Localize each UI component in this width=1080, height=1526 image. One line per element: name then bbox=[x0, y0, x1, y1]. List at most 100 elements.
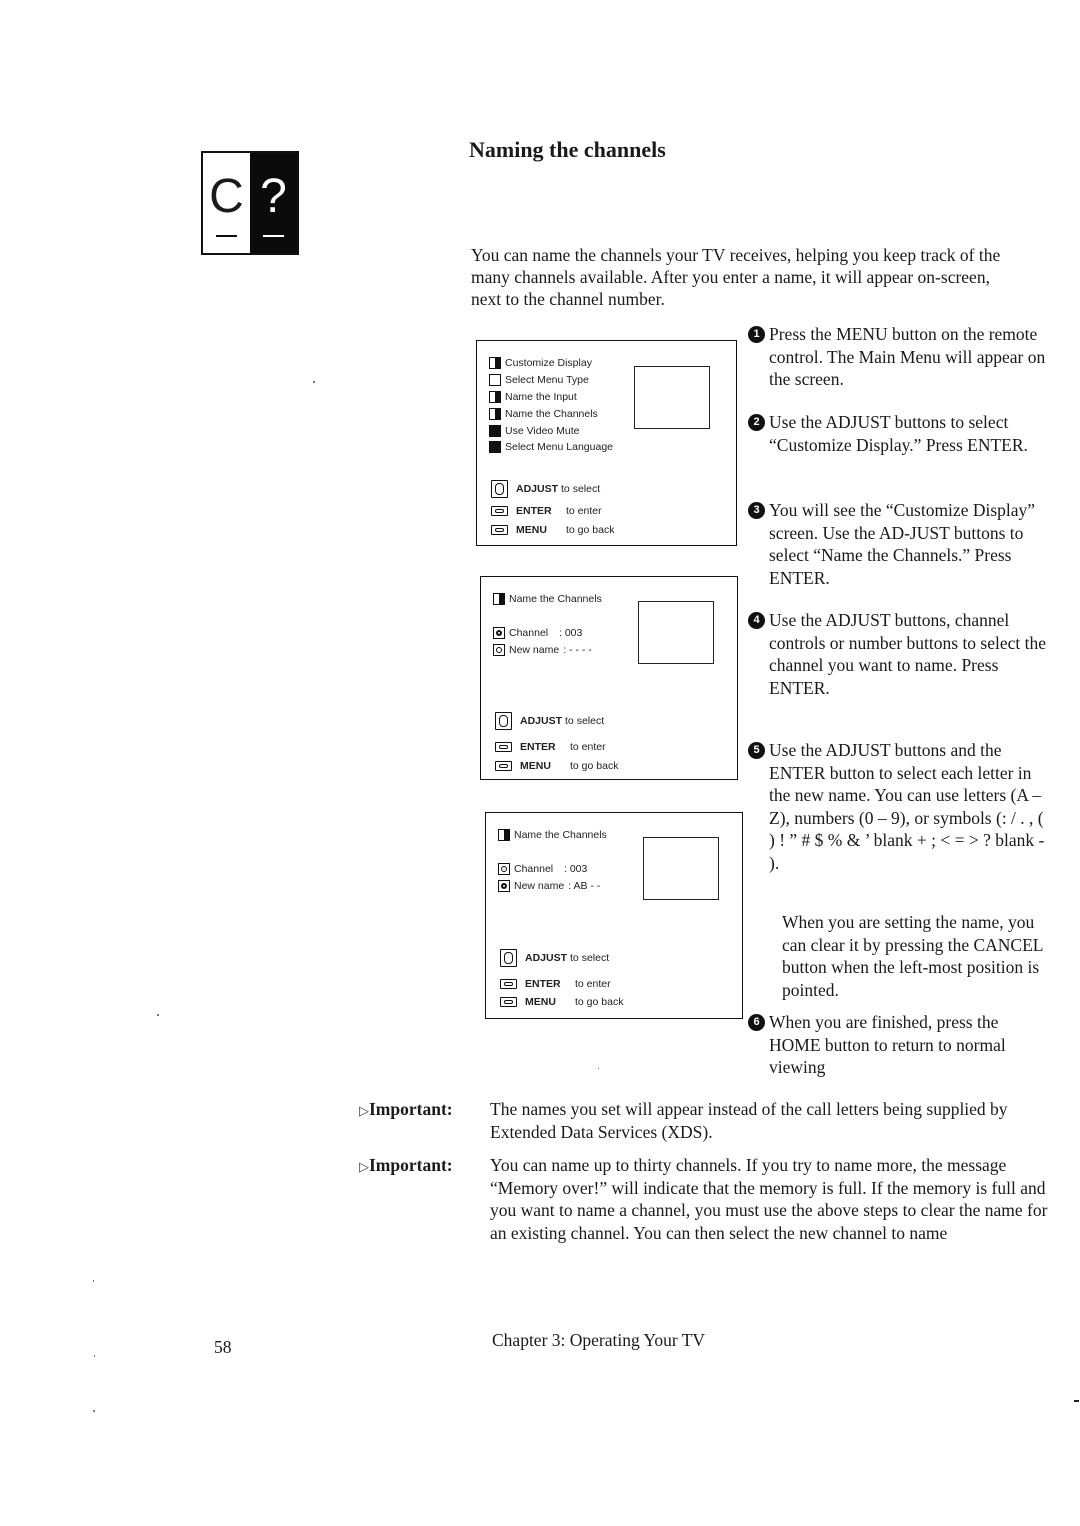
step-6: 6 When you are finished, press the HOME … bbox=[748, 1011, 1048, 1079]
field-label: New name bbox=[514, 880, 565, 892]
legend-key: MENU bbox=[520, 760, 551, 772]
important-text: You can name up to thirty channels. If y… bbox=[490, 1155, 1048, 1243]
step-number-icon: 6 bbox=[748, 1014, 765, 1031]
question-mark-icon: ? bbox=[260, 170, 287, 223]
menu-item-label: Name the Channels bbox=[505, 408, 598, 420]
field-value: : 003 bbox=[564, 863, 588, 875]
select-menu-type-icon bbox=[489, 374, 501, 386]
legend-adjust: ADJUST to select bbox=[491, 480, 601, 498]
legend-menu: MENU to go back bbox=[495, 758, 618, 774]
legend-action: to go back bbox=[575, 996, 624, 1008]
intro-paragraph: You can name the channels your TV receiv… bbox=[471, 245, 1001, 309]
adjust-button-icon bbox=[495, 712, 512, 730]
step-5: 5 Use the ADJUST buttons and the ENTER b… bbox=[748, 739, 1048, 874]
page-title: Naming the channels bbox=[469, 137, 666, 162]
preview-window bbox=[643, 837, 719, 900]
legend-enter: ENTER to enter bbox=[495, 739, 606, 755]
field-label: New name bbox=[509, 644, 560, 656]
scan-speck bbox=[93, 1410, 95, 1412]
selected-radio-icon bbox=[493, 627, 505, 639]
menu-item-video-mute: Use Video Mute bbox=[489, 423, 580, 439]
legend-key: ADJUST bbox=[516, 483, 559, 495]
menu-item-name-channels: Name the Channels bbox=[489, 406, 598, 422]
important-note-1: ▷Important: The names you set will appea… bbox=[359, 1098, 1059, 1143]
step-number-icon: 1 bbox=[748, 326, 765, 343]
important-tag: ▷Important: bbox=[359, 1154, 453, 1180]
legend-action: to select bbox=[565, 715, 605, 727]
legend-enter: ENTER to enter bbox=[500, 976, 611, 992]
enter-button-icon bbox=[491, 506, 508, 516]
step-number-icon: 5 bbox=[748, 742, 765, 759]
legend-enter: ENTER to enter bbox=[491, 503, 602, 519]
field-label: Channel bbox=[509, 627, 549, 639]
step-text: Use the ADJUST buttons, channel controls… bbox=[769, 610, 1047, 698]
chapter-tab: C ? bbox=[201, 151, 299, 255]
menu-item-menu-language: Select Menu Language bbox=[489, 439, 613, 455]
legend-action: to select bbox=[561, 483, 601, 495]
step-number-icon: 4 bbox=[748, 612, 765, 629]
scan-speck bbox=[1074, 1400, 1079, 1402]
menu-item-label: Select Menu Type bbox=[505, 374, 589, 386]
step-3: 3 You will see the “Customize Display” s… bbox=[748, 499, 1048, 589]
enter-button-icon bbox=[500, 979, 517, 989]
chapter-tab-left: C bbox=[203, 153, 250, 253]
adjust-button-icon bbox=[500, 949, 517, 967]
screen-name-channels-step4: Name the Channels Channel : 003 New name… bbox=[480, 576, 738, 780]
legend-key: ENTER bbox=[520, 741, 556, 753]
triangle-marker-icon: ▷ bbox=[359, 1160, 369, 1175]
video-mute-icon bbox=[489, 425, 501, 437]
legend-action: to go back bbox=[566, 524, 615, 536]
adjust-button-icon bbox=[491, 480, 508, 498]
legend-menu: MENU to go back bbox=[500, 994, 623, 1010]
menu-button-icon bbox=[491, 525, 508, 535]
step-text: Press the MENU button on the remote cont… bbox=[769, 324, 1046, 389]
step-text: Use the ADJUST buttons to select “Custom… bbox=[769, 412, 1028, 455]
step-5-note: When you are setting the name, you can c… bbox=[782, 912, 1043, 1000]
legend-action: to enter bbox=[566, 505, 602, 517]
name-channels-icon bbox=[489, 408, 501, 420]
scan-speck bbox=[157, 1014, 159, 1016]
name-channels-icon bbox=[498, 829, 510, 841]
step-text: When you are finished, press the HOME bu… bbox=[769, 1012, 1006, 1077]
menu-item-select-menu-type: Select Menu Type bbox=[489, 372, 589, 388]
menu-item-label: Use Video Mute bbox=[505, 425, 580, 437]
important-tag: ▷Important: bbox=[359, 1098, 453, 1124]
chapter-footer: Chapter 3: Operating Your TV bbox=[492, 1330, 706, 1350]
important-text: The names you set will appear instead of… bbox=[490, 1099, 1008, 1142]
screen-heading-label: Name the Channels bbox=[514, 829, 607, 841]
screen-heading-label: Name the Channels bbox=[509, 593, 602, 605]
chapter-tab-bar bbox=[263, 235, 284, 237]
field-label: Channel bbox=[514, 863, 554, 875]
field-channel: Channel : 003 bbox=[498, 861, 587, 877]
legend-key: ENTER bbox=[516, 505, 552, 517]
legend-adjust: ADJUST to select bbox=[495, 712, 605, 730]
scan-speck bbox=[94, 1355, 95, 1357]
unselected-radio-icon bbox=[493, 644, 505, 656]
legend-action: to select bbox=[570, 952, 610, 964]
scan-speck bbox=[313, 381, 315, 383]
field-channel: Channel : 003 bbox=[493, 625, 582, 641]
field-new-name: New name : AB - - bbox=[498, 878, 600, 894]
step-text: You will see the “Customize Display” scr… bbox=[769, 500, 1036, 588]
menu-item-name-input: Name the Input bbox=[489, 389, 577, 405]
preview-window bbox=[634, 366, 710, 429]
menu-item-label: Select Menu Language bbox=[505, 441, 613, 453]
step-1: 1 Press the MENU button on the remote co… bbox=[748, 323, 1048, 391]
menu-item-customize-display: Customize Display bbox=[489, 355, 592, 371]
legend-action: to enter bbox=[575, 978, 611, 990]
page-number: 58 bbox=[214, 1337, 232, 1357]
screen-name-channels-step5: Name the Channels Channel : 003 New name… bbox=[485, 812, 743, 1019]
menu-language-icon bbox=[489, 441, 501, 453]
name-input-icon bbox=[489, 391, 501, 403]
legend-action: to go back bbox=[570, 760, 619, 772]
legend-key: ADJUST bbox=[520, 715, 563, 727]
scan-speck bbox=[93, 1280, 94, 1282]
menu-button-icon bbox=[500, 997, 517, 1007]
step-4: 4 Use the ADJUST buttons, channel contro… bbox=[748, 609, 1048, 699]
screen-heading: Name the Channels bbox=[493, 591, 602, 607]
menu-item-label: Name the Input bbox=[505, 391, 577, 403]
enter-button-icon bbox=[495, 742, 512, 752]
legend-key: MENU bbox=[525, 996, 556, 1008]
step-number-icon: 3 bbox=[748, 502, 765, 519]
customize-display-icon bbox=[489, 357, 501, 369]
